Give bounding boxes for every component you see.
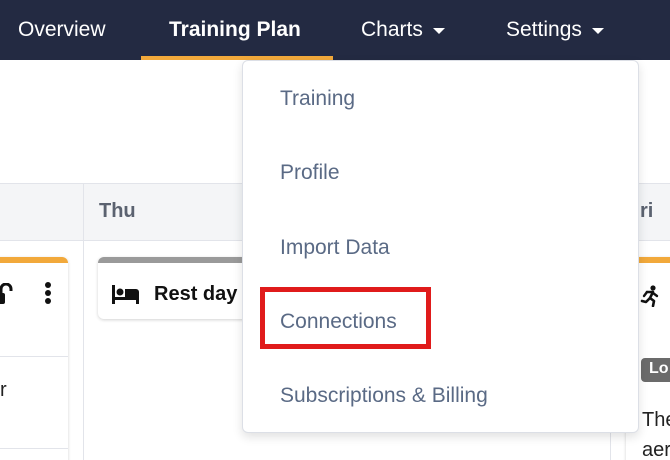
running-icon (640, 285, 659, 307)
menu-item-profile[interactable]: Profile (280, 161, 340, 185)
nav-overview-label: Overview (18, 18, 106, 41)
chevron-down-icon (432, 28, 445, 34)
settings-dropdown-menu: Training Profile Import Data Connections… (242, 60, 639, 433)
kebab-menu-icon[interactable] (44, 281, 52, 305)
top-navigation: Overview Training Plan Charts Settings (0, 0, 670, 60)
menu-item-subscriptions-billing[interactable]: Subscriptions & Billing (280, 384, 488, 408)
menu-item-training[interactable]: Training (280, 87, 355, 111)
card-divider (0, 448, 68, 449)
workout-card-left[interactable]: r (0, 257, 68, 460)
day-header-fri: ri (640, 200, 654, 222)
workout-description: r (0, 379, 7, 401)
bed-icon (112, 285, 139, 304)
rest-day-card[interactable]: Rest day (98, 257, 258, 319)
rest-day-label: Rest day (154, 283, 238, 305)
nav-training-plan-label: Training Plan (169, 18, 301, 41)
nav-settings[interactable]: Settings (506, 0, 604, 60)
nav-charts[interactable]: Charts (361, 0, 445, 60)
column-divider (83, 183, 84, 460)
nav-overview[interactable]: Overview (18, 0, 106, 60)
connections-highlight-box (260, 287, 431, 349)
menu-item-import-data[interactable]: Import Data (280, 236, 390, 260)
workout-description-line1: The (642, 409, 670, 431)
workout-description-line2: aer (642, 439, 670, 460)
card-divider (0, 356, 68, 357)
nav-training-plan[interactable]: Training Plan (169, 0, 301, 60)
lock-open-icon[interactable] (0, 283, 14, 305)
intensity-badge: Lo (641, 358, 670, 382)
nav-settings-label: Settings (506, 18, 582, 41)
nav-charts-label: Charts (361, 18, 423, 41)
day-header-thu: Thu (99, 200, 136, 222)
chevron-down-icon (591, 28, 604, 34)
